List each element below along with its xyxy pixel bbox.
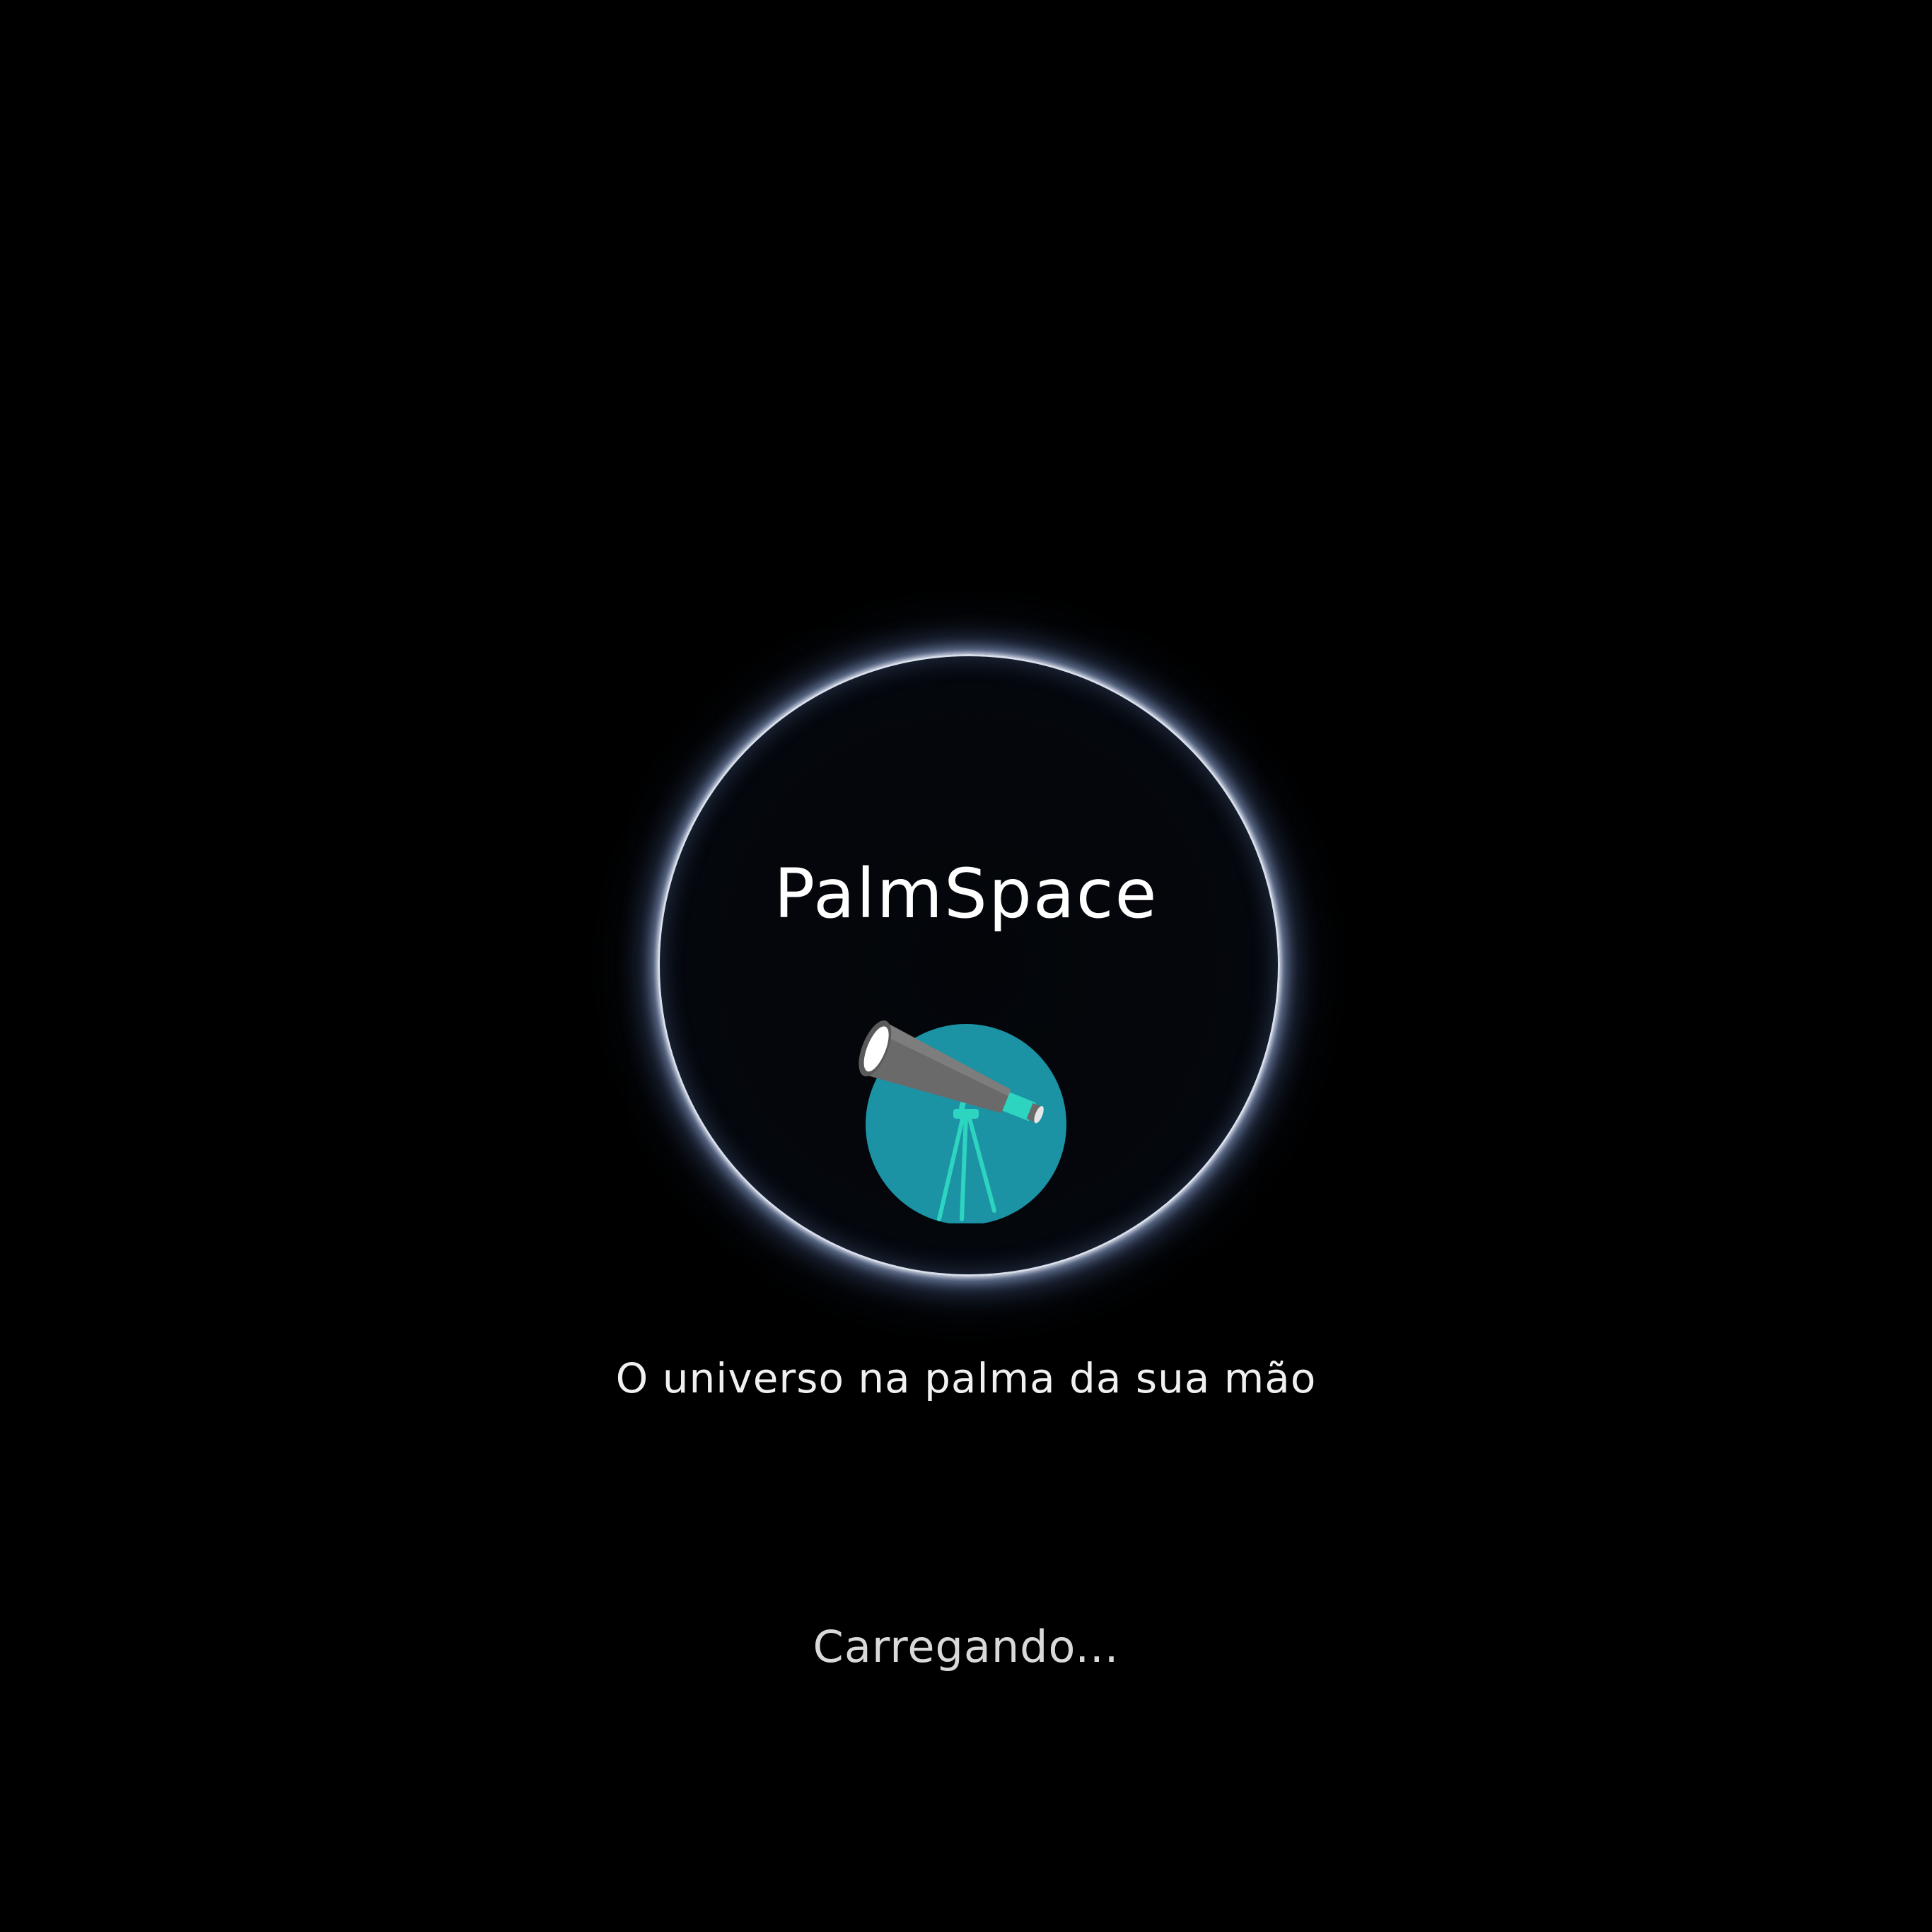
app-title: PalmSpace (774, 854, 1158, 933)
app-logo (856, 1018, 1075, 1225)
splash-screen: PalmSpace O universo na palma da sua mão… (0, 0, 1932, 1932)
loading-status: Carregando... (813, 1621, 1119, 1672)
app-tagline: O universo na palma da sua mão (615, 1354, 1317, 1402)
telescope-icon (859, 1020, 1066, 1225)
